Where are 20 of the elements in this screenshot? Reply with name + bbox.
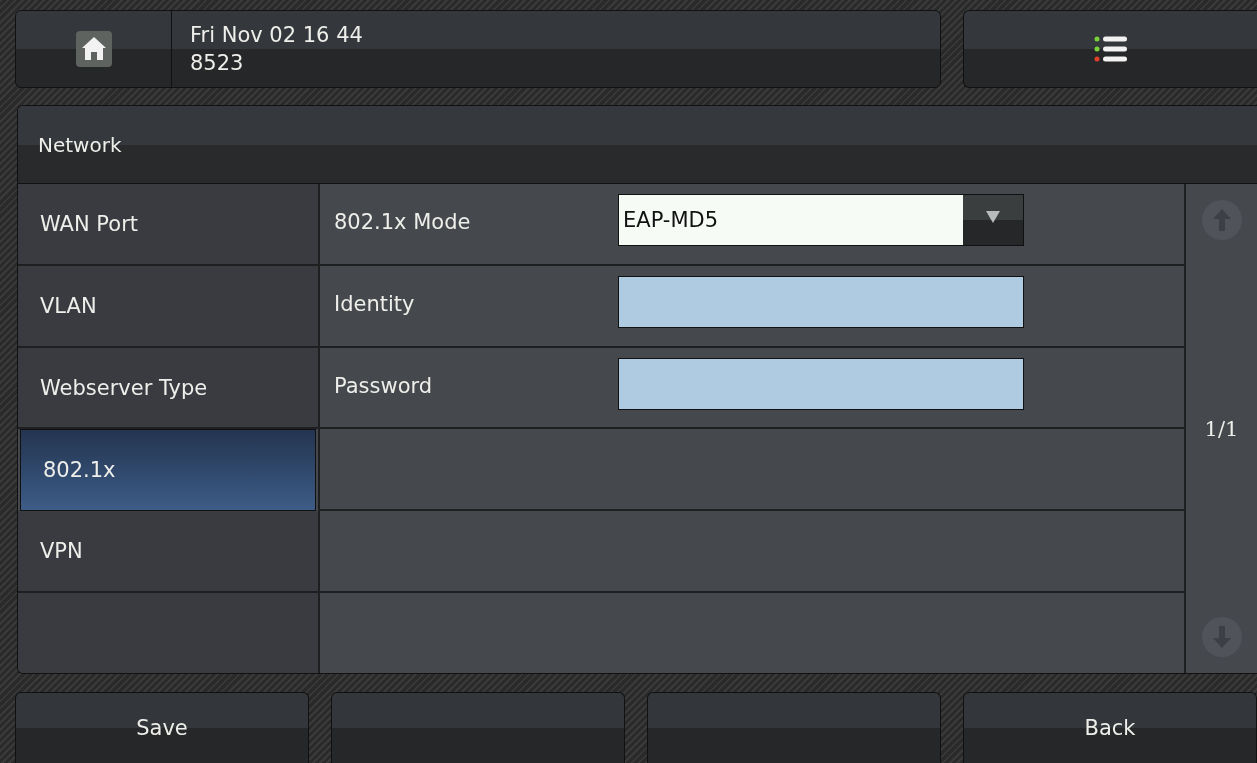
input-field[interactable] [618,357,1024,410]
sidebar-item[interactable]: Webserver Type [18,347,318,430]
sidebar-item[interactable]: 802.1x [20,429,316,512]
menu-icon[interactable] [1093,35,1128,63]
setting-label: Password [334,373,434,398]
setting-label: 802.1x Mode [334,209,472,234]
home-icon[interactable] [75,31,112,67]
softkey-button[interactable]: Save [15,692,309,763]
sidebar-item[interactable]: WAN Port [18,184,318,266]
page-indicator: 1/1 [1204,416,1239,441]
mode-dropdown[interactable]: EAP-MD5 [618,193,1024,246]
sidebar-item[interactable]: VLAN [18,265,318,348]
sidebar-item[interactable]: VPN [18,511,318,594]
softkey-button[interactable]: Back [963,692,1257,763]
extension-number: 8523 [190,51,245,75]
date-time: Fri Nov 02 16 44 [190,23,363,47]
page-title: Network [38,132,122,157]
input-field[interactable] [618,275,1024,328]
setting-label: Identity [334,291,416,316]
caret-icon [986,210,1000,223]
